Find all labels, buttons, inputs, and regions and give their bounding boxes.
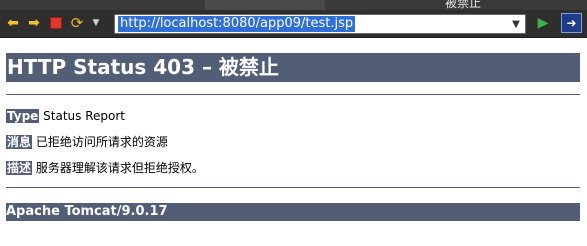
browser-toolbar: ⬅ ➡ ⟳ ▼ http://localhost:8080/app09/test… [0,10,587,38]
message-row: 消息 已拒绝访问所请求的资源 [6,134,168,150]
server-footer: Apache Tomcat/9.0.17 [6,203,580,221]
type-label: Type [6,109,40,123]
chevron-down-icon: ▼ [92,17,100,28]
stop-icon [50,17,62,29]
play-icon: ▶ [537,15,549,31]
description-value: 服务器理解该请求但拒绝授权。 [35,161,204,175]
divider [6,94,580,95]
browser-tab[interactable]: 被禁止 [205,0,481,10]
arrow-right-icon: ➡ [28,15,40,31]
page-title: HTTP Status 403 – 被禁止 [6,53,580,82]
chevron-down-icon: ▼ [512,18,520,30]
divider [6,187,580,188]
open-external-button[interactable]: ➜ [561,13,582,33]
url-bar[interactable]: http://localhost:8080/app09/test.jsp ▼ [114,14,526,34]
go-button[interactable]: ▶ [533,14,553,32]
refresh-icon: ⟳ [70,13,84,32]
open-external-icon: ➜ [566,16,577,30]
message-value: 已拒绝访问所请求的资源 [35,135,168,149]
tab-strip: 被禁止 [0,0,587,10]
type-value: Status Report [43,109,125,123]
type-row: Type Status Report [6,108,125,124]
forward-button[interactable]: ➡ [25,14,43,32]
url-input[interactable]: http://localhost:8080/app09/test.jsp [118,16,356,32]
refresh-button[interactable]: ⟳ [68,14,86,32]
stop-button[interactable] [47,14,65,32]
message-label: 消息 [6,135,33,149]
arrow-left-icon: ⬅ [7,15,19,31]
description-row: 描述 服务器理解该请求但拒绝授权。 [6,160,204,176]
history-dropdown-button[interactable]: ▼ [90,14,102,32]
description-label: 描述 [6,161,33,175]
back-button[interactable]: ⬅ [4,14,22,32]
url-dropdown-button[interactable]: ▼ [508,16,524,32]
